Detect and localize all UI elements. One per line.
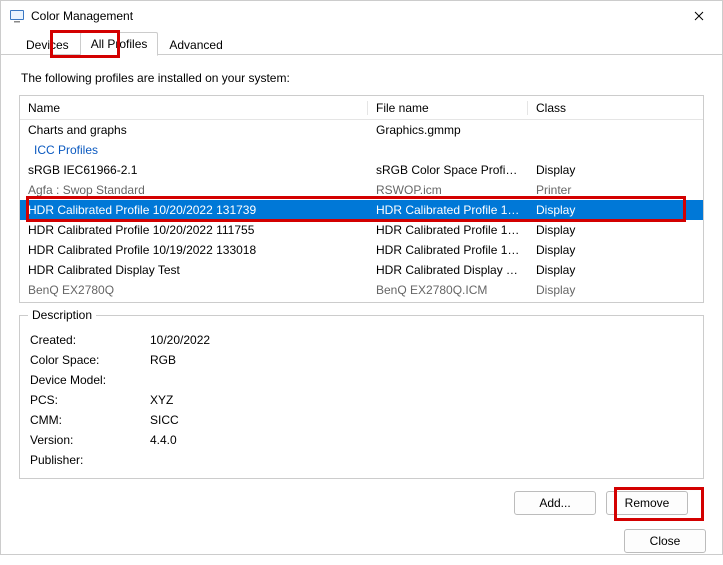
table-row[interactable]: HDR Calibrated Profile 10/20/2022 131739… [20, 200, 703, 220]
description-box: Description Created:10/20/2022Color Spac… [19, 315, 704, 479]
description-row: Version:4.4.0 [30, 430, 693, 450]
col-name[interactable]: Name [20, 101, 368, 115]
cell-file: HDR Calibrated Profile 10-... [368, 243, 528, 257]
app-icon [9, 8, 25, 24]
cell-cls: Display [528, 283, 703, 297]
window-title: Color Management [31, 9, 676, 23]
table-row[interactable]: HDR Calibrated Profile 10/20/2022 111755… [20, 220, 703, 240]
col-file[interactable]: File name [368, 101, 528, 115]
cell-file: Graphics.gmmp [368, 123, 528, 137]
window: Color Management Devices All Profiles Ad… [0, 0, 723, 555]
cell-file: RSWOP.icm [368, 183, 528, 197]
cell-name: BenQ EX2780Q [20, 283, 368, 297]
cell-name: Charts and graphs [20, 123, 368, 137]
table-row[interactable]: HDR Calibrated Display TestHDR Calibrate… [20, 260, 703, 280]
cell-file: HDR Calibrated Profile 10-... [368, 203, 528, 217]
tabbar: Devices All Profiles Advanced [1, 31, 722, 55]
cell-file: BenQ EX2780Q.ICM [368, 283, 528, 297]
table-row[interactable]: sRGB IEC61966-2.1sRGB Color Space Profil… [20, 160, 703, 180]
cell-cls: Display [528, 263, 703, 277]
description-key: Publisher: [30, 450, 150, 470]
col-class[interactable]: Class [528, 101, 703, 115]
close-icon[interactable] [676, 1, 722, 31]
cell-cls: Printer [528, 183, 703, 197]
table-row[interactable]: Charts and graphsGraphics.gmmp [20, 120, 703, 140]
tab-advanced[interactable]: Advanced [158, 33, 233, 56]
description-key: Version: [30, 430, 150, 450]
description-key: Color Space: [30, 350, 150, 370]
intro-text: The following profiles are installed on … [21, 71, 704, 85]
cell-file: HDR Calibrated Display Tes... [368, 263, 528, 277]
bottom-buttons: Close [1, 515, 722, 565]
table-row[interactable]: BenQ EX2780QBenQ EX2780Q.ICMDisplay [20, 280, 703, 300]
description-key: PCS: [30, 390, 150, 410]
tab-all-profiles[interactable]: All Profiles [80, 32, 159, 56]
description-value: 4.4.0 [150, 430, 177, 450]
description-row: Color Space:RGB [30, 350, 693, 370]
description-row: Created:10/20/2022 [30, 330, 693, 350]
cell-name: HDR Calibrated Display Test [20, 263, 368, 277]
description-row: PCS:XYZ [30, 390, 693, 410]
cell-name: sRGB IEC61966-2.1 [20, 163, 368, 177]
close-button[interactable]: Close [624, 529, 706, 553]
add-button[interactable]: Add... [514, 491, 596, 515]
cell-name: ICC Profiles [20, 143, 368, 157]
cell-cls: Display [528, 203, 703, 217]
description-value: XYZ [150, 390, 173, 410]
profile-list: Name File name Class Charts and graphsGr… [19, 95, 704, 303]
description-row: Device Model: [30, 370, 693, 390]
tab-devices[interactable]: Devices [15, 33, 80, 56]
list-body[interactable]: Charts and graphsGraphics.gmmpICC Profil… [20, 120, 703, 302]
description-value: SICC [150, 410, 179, 430]
tab-content: The following profiles are installed on … [1, 55, 722, 515]
cell-cls: Display [528, 223, 703, 237]
cell-cls: Display [528, 243, 703, 257]
cell-file: sRGB Color Space Profile.ic... [368, 163, 528, 177]
cell-file: HDR Calibrated Profile 10-... [368, 223, 528, 237]
list-header: Name File name Class [20, 96, 703, 120]
cell-cls: Display [528, 163, 703, 177]
cell-name: Agfa : Swop Standard [20, 183, 368, 197]
description-row: CMM:SICC [30, 410, 693, 430]
cell-name: HDR Calibrated Profile 10/20/2022 111755 [20, 223, 368, 237]
remove-button[interactable]: Remove [606, 491, 688, 515]
description-value: 10/20/2022 [150, 330, 210, 350]
cell-name: HDR Calibrated Profile 10/20/2022 131739 [20, 203, 368, 217]
description-legend: Description [28, 308, 96, 322]
table-row[interactable]: HDR Calibrated Profile 10/19/2022 133018… [20, 240, 703, 260]
description-key: Device Model: [30, 370, 150, 390]
action-buttons: Add... Remove [19, 479, 704, 515]
list-group-header[interactable]: ICC Profiles [20, 140, 703, 160]
description-row: Publisher: [30, 450, 693, 470]
description-key: Created: [30, 330, 150, 350]
table-row[interactable]: Agfa : Swop StandardRSWOP.icmPrinter [20, 180, 703, 200]
titlebar: Color Management [1, 1, 722, 31]
description-value: RGB [150, 350, 176, 370]
cell-name: HDR Calibrated Profile 10/19/2022 133018 [20, 243, 368, 257]
description-key: CMM: [30, 410, 150, 430]
